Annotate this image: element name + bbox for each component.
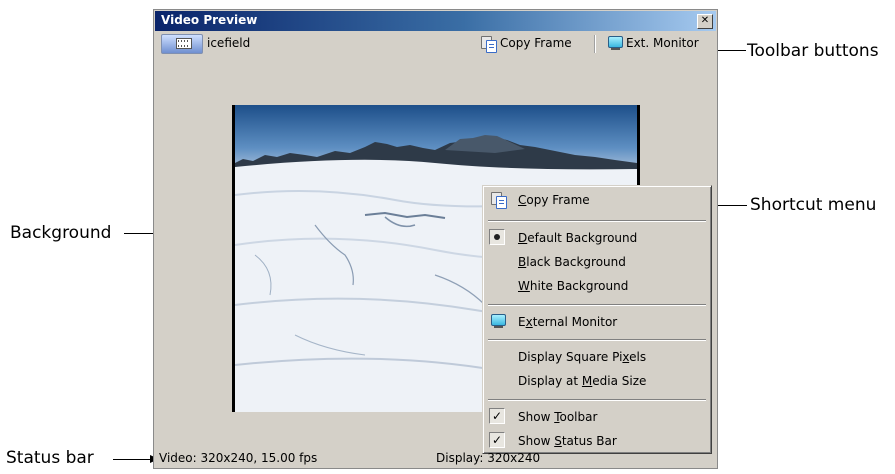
monitor-icon: [607, 35, 624, 52]
copy-frame-label: Copy Frame: [500, 36, 572, 50]
menu-item-black-background[interactable]: Black Background: [486, 251, 708, 273]
monitor-icon: [490, 313, 507, 330]
display-info-text: Display: 320x240: [436, 451, 541, 465]
callout-toolbar-buttons: Toolbar buttons: [747, 41, 879, 61]
callout-shortcut-menu: Shortcut menu: [750, 195, 877, 215]
menu-separator: [488, 339, 706, 341]
callout-status-bar: Status bar: [6, 448, 94, 468]
toolbar-separator: [594, 35, 596, 53]
window-title: Video Preview: [161, 13, 258, 27]
menu-item-copy-frame[interactable]: Copy Frame: [486, 189, 708, 211]
menu-item-display-square-pixels[interactable]: Display Square Pixels: [486, 346, 708, 368]
close-button[interactable]: ✕: [697, 14, 713, 29]
menu-item-default-background[interactable]: Default Background: [486, 227, 708, 249]
callout-background: Background: [10, 223, 112, 243]
shortcut-menu: Copy Frame Default Background Black Back…: [482, 185, 712, 454]
menu-item-display-media-size[interactable]: Display at Media Size: [486, 370, 708, 392]
toolbar: icefield Copy Frame Ext. Monitor: [154, 32, 717, 56]
ext-monitor-button[interactable]: Ext. Monitor: [607, 35, 712, 53]
check-icon: ✓: [489, 408, 505, 424]
copy-frame-icon: [480, 35, 497, 53]
check-icon: ✓: [489, 432, 505, 448]
ext-monitor-label: Ext. Monitor: [626, 36, 699, 50]
radio-selected-icon: [489, 229, 505, 245]
menu-item-white-background[interactable]: White Background: [486, 275, 708, 297]
menu-separator: [488, 220, 706, 222]
copy-frame-icon: [490, 191, 507, 209]
status-bar: Video: 320x240, 15.00 fps Display: 320x2…: [154, 448, 717, 468]
menu-separator: [488, 304, 706, 306]
video-preview-window: Video Preview ✕ icefield Copy Frame Ext.…: [153, 9, 718, 469]
callout-status-arrow: [113, 455, 159, 463]
menu-item-show-toolbar[interactable]: ✓ Show Toolbar: [486, 406, 708, 428]
menu-separator: [488, 399, 706, 401]
film-icon: [176, 38, 192, 49]
menu-item-external-monitor[interactable]: External Monitor: [486, 311, 708, 333]
copy-frame-button[interactable]: Copy Frame: [480, 35, 584, 53]
close-icon: ✕: [700, 15, 710, 26]
title-bar[interactable]: Video Preview ✕: [155, 11, 716, 31]
video-info-text: Video: 320x240, 15.00 fps: [159, 451, 318, 465]
media-selector-button[interactable]: [161, 34, 203, 54]
media-name: icefield: [207, 36, 251, 50]
